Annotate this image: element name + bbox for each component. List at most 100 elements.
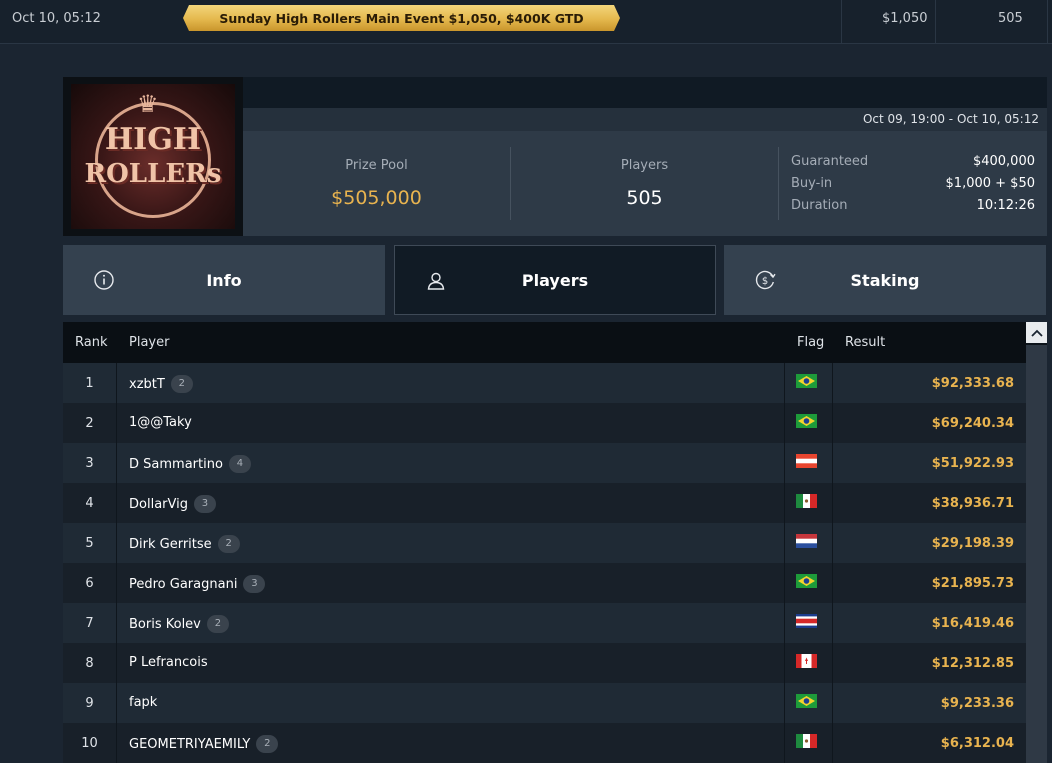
table-row[interactable]: 5 Dirk Gerritse 2 $29,198.39 [63,523,1026,563]
tab-staking[interactable]: $ Staking [724,245,1046,315]
tournament-date: Oct 10, 05:12 [12,11,101,26]
table-row[interactable]: 2 1@@Taky $69,240.34 [63,403,1026,443]
duration-label: Duration [791,198,848,213]
player-name[interactable]: fapk [129,695,157,710]
result-cell: $69,240.34 [931,416,1014,431]
rank-cell: 5 [85,536,94,551]
scroll-thumb[interactable] [1026,345,1047,763]
flag-header[interactable]: Flag [797,335,824,350]
prize-pool-label: Prize Pool [345,158,408,173]
result-cell: $21,895.73 [931,576,1014,591]
result-cell: $6,312.04 [940,736,1014,751]
player-cell: Boris Kolev 2 [129,615,229,633]
column-divider [116,443,117,483]
stats-panel: Prize Pool $505,000 Players 505 Guarante… [243,131,1047,236]
player-name[interactable]: xzbtT [129,377,165,392]
player-cell: Dirk Gerritse 2 [129,535,240,553]
table-row[interactable]: 1 xzbtT 2 $92,333.68 [63,363,1026,403]
column-divider [116,483,117,523]
tab-staking-label: Staking [850,270,920,290]
table-row[interactable]: 10 GEOMETRIYAEMILY 2 $6,312.04 [63,723,1026,763]
tab-info[interactable]: Info [63,245,385,315]
player-name[interactable]: Pedro Garagnani [129,577,237,592]
rank-cell: 8 [85,656,94,671]
scroll-up-button[interactable] [1026,322,1047,343]
column-divider [784,603,785,643]
info-icon [94,270,114,290]
chevron-up-icon [1030,329,1043,337]
player-name[interactable]: Dirk Gerritse [129,537,212,552]
buyin-value: $1,000 + $50 [945,176,1035,191]
column-divider [832,443,833,483]
table-row[interactable]: 4 DollarVig 3 $38,936.71 [63,483,1026,523]
tab-players[interactable]: Players [394,245,716,315]
player-name[interactable]: GEOMETRIYAEMILY [129,737,250,752]
column-divider [784,683,785,723]
player-cell: P Lefrancois [129,655,208,670]
rank-cell: 1 [85,376,94,391]
column-divider [832,603,833,643]
entries-badge: 2 [170,375,193,393]
tournament-banner[interactable]: Sunday High Rollers Main Event $1,050, $… [183,5,620,31]
date-range: Oct 09, 19:00 - Oct 10, 05:12 [862,112,1039,126]
costa-rica-flag-icon [796,614,817,628]
table-header: Rank Player Flag Result [63,322,1026,363]
player-name[interactable]: P Lefrancois [129,655,208,670]
players-stat: Players 505 [511,131,778,236]
buyin-label: Buy-in [791,176,833,191]
brazil-flag-icon [796,694,817,708]
table-row[interactable]: 3 D Sammartino 4 $51,922.93 [63,443,1026,483]
mexico-flag-icon [796,494,817,508]
player-name[interactable]: DollarVig [129,497,188,512]
crown-icon: ♛ [137,90,159,118]
table-row[interactable]: 9 fapk $9,233.36 [63,683,1026,723]
players-label: Players [620,158,669,173]
logo-line-2: ROLLERs [84,158,222,189]
brazil-flag-icon [796,374,817,388]
player-cell: DollarVig 3 [129,495,216,513]
logo-line-1: HIGH [104,121,202,157]
player-name[interactable]: 1@@Taky [129,415,192,430]
dollar-coin-icon: $ [755,270,776,290]
player-name[interactable]: D Sammartino [129,457,223,472]
column-divider [784,523,785,563]
prize-pool-value: $505,000 [331,187,422,209]
result-cell: $38,936.71 [931,496,1014,511]
table-scrollbar[interactable] [1026,322,1047,763]
result-cell: $29,198.39 [931,536,1014,551]
player-cell: D Sammartino 4 [129,455,251,473]
table-row[interactable]: 7 Boris Kolev 2 $16,419.46 [63,603,1026,643]
column-divider [116,643,117,683]
rank-header[interactable]: Rank [75,335,107,350]
result-cell: $16,419.46 [931,616,1014,631]
column-divider [832,363,833,403]
entries-badge: 4 [228,455,251,473]
column-divider [116,563,117,603]
table-row[interactable]: 8 P Lefrancois $12,312.85 [63,643,1026,683]
column-divider [832,683,833,723]
column-divider [116,723,117,763]
rank-cell: 10 [81,736,98,751]
column-divider [784,723,785,763]
players-value: 505 [626,187,663,209]
table-row[interactable]: 6 Pedro Garagnani 3 $21,895.73 [63,563,1026,603]
entries-badge: 2 [206,615,229,633]
column-divider [784,363,785,403]
column-divider [832,643,833,683]
player-name[interactable]: Boris Kolev [129,617,201,632]
tab-info-label: Info [206,270,242,290]
result-cell: $9,233.36 [940,696,1014,711]
column-divider [784,483,785,523]
tournament-list-row[interactable]: Oct 10, 05:12 Sunday High Rollers Main E… [0,0,1052,44]
duration-row: Duration 10:12:26 [791,198,1035,218]
column-divider [116,403,117,443]
column-divider [1047,0,1048,44]
austria-flag-icon [796,454,817,468]
column-divider [832,723,833,763]
result-header[interactable]: Result [845,335,885,350]
tab-players-label: Players [521,270,589,290]
player-cell: xzbtT 2 [129,375,193,393]
player-header[interactable]: Player [129,335,169,350]
column-divider [935,0,936,44]
header-strip [243,77,1047,108]
